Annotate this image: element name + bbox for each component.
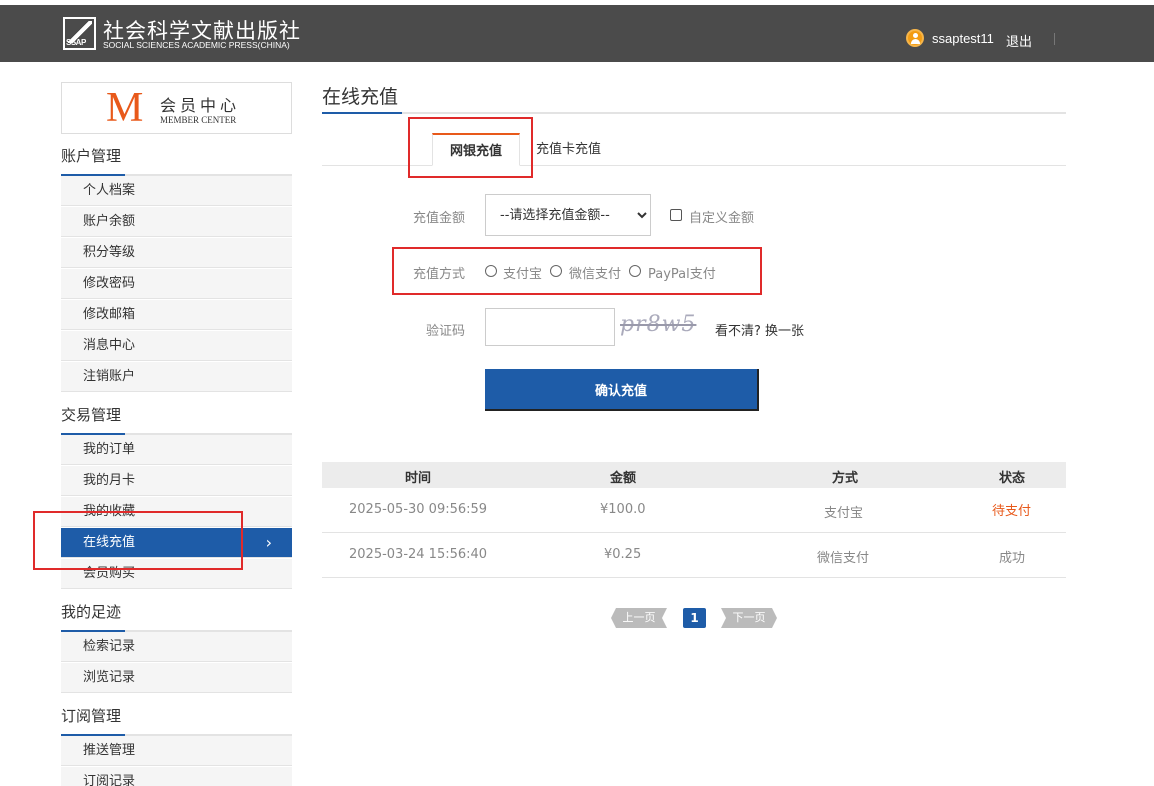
sidebar-item-password[interactable]: 修改密码 xyxy=(61,269,292,299)
confirm-recharge-button[interactable]: 确认充值 xyxy=(485,369,759,411)
row-time: 2025-05-30 09:56:59 xyxy=(349,502,488,517)
page-title: 在线充值 xyxy=(322,86,399,108)
page-number-current[interactable]: 1 xyxy=(683,608,706,628)
user-icon[interactable] xyxy=(906,29,924,47)
sidebar-item-online-recharge[interactable]: 在线充值 › xyxy=(61,528,292,558)
sidebar-item-browse-history[interactable]: 浏览记录 xyxy=(61,663,292,693)
custom-amount-checkbox[interactable] xyxy=(670,209,682,221)
sidebar-item-balance[interactable]: 账户余额 xyxy=(61,207,292,237)
section-title-account: 账户管理 xyxy=(61,147,122,165)
sidebar-item-orders[interactable]: 我的订单 xyxy=(61,435,292,465)
site-header: SSAP 社会科学文献出版社 SOCIAL SCIENCES ACADEMIC … xyxy=(0,5,1154,62)
title-rule xyxy=(322,112,1066,114)
prev-page-button[interactable]: 上一页 xyxy=(611,608,667,628)
column-header-amount: 金额 xyxy=(610,471,637,486)
row-time: 2025-03-24 15:56:40 xyxy=(349,547,488,562)
sidebar-item-label: 在线充值 xyxy=(83,535,136,550)
sidebar-item-favorites[interactable]: 我的收藏 xyxy=(61,497,292,527)
sidebar-item-search-history[interactable]: 检索记录 xyxy=(61,632,292,662)
row-method: 支付宝 xyxy=(824,506,864,521)
row-amount: ¥0.25 xyxy=(604,547,642,562)
sidebar-item-push[interactable]: 推送管理 xyxy=(61,736,292,766)
column-header-time: 时间 xyxy=(405,471,432,486)
row-status[interactable]: 待支付 xyxy=(992,500,1031,519)
section-title-trade: 交易管理 xyxy=(61,406,122,424)
amount-label: 充值金额 xyxy=(412,211,465,226)
ssap-logo[interactable]: SSAP xyxy=(63,17,96,50)
alipay-label[interactable]: 支付宝 xyxy=(503,263,542,282)
sidebar-item-points[interactable]: 积分等级 xyxy=(61,238,292,268)
sidebar-item-monthly-card[interactable]: 我的月卡 xyxy=(61,466,292,496)
logo-text: SSAP xyxy=(66,38,86,47)
captcha-label: 验证码 xyxy=(425,324,465,339)
refresh-captcha-link[interactable]: 看不清? 换一张 xyxy=(715,320,804,339)
row-amount: ¥100.0 xyxy=(600,502,646,517)
section-title-subscription: 订阅管理 xyxy=(61,707,122,725)
tab-card-recharge[interactable]: 充值卡充值 xyxy=(536,133,601,166)
brand-name-en: SOCIAL SCIENCES ACADEMIC PRESS(CHINA) xyxy=(103,40,290,50)
column-header-status: 状态 xyxy=(999,471,1026,486)
member-center-banner: M 会员中心 MEMBER CENTER xyxy=(61,82,292,134)
row-method: 微信支付 xyxy=(817,551,870,566)
sidebar-item-subscriptions[interactable]: 订阅记录 xyxy=(61,767,292,786)
method-label: 充值方式 xyxy=(412,267,465,282)
header-divider xyxy=(1054,33,1055,45)
wechat-label[interactable]: 微信支付 xyxy=(569,263,621,282)
member-center-subtitle: MEMBER CENTER xyxy=(160,115,237,125)
section-title-footprint: 我的足迹 xyxy=(61,603,122,621)
logout-link[interactable]: 退出 xyxy=(1006,31,1032,50)
table-header: 时间 金额 方式 状态 xyxy=(322,462,1066,488)
tab-bank-recharge[interactable]: 网银充值 xyxy=(432,133,520,166)
paypal-radio[interactable] xyxy=(629,265,641,277)
alipay-radio[interactable] xyxy=(485,265,497,277)
chevron-right-icon: › xyxy=(265,533,272,552)
sidebar-item-deactivate[interactable]: 注销账户 xyxy=(61,362,292,392)
table-row: 2025-05-30 09:56:59 ¥100.0 支付宝 待支付 xyxy=(322,488,1066,533)
username-link[interactable]: ssaptest11 xyxy=(932,31,994,46)
member-center-m-icon: M xyxy=(106,85,144,131)
sidebar-item-membership[interactable]: 会员购买 xyxy=(61,559,292,589)
member-center-title: 会员中心 xyxy=(160,96,241,115)
wechat-radio[interactable] xyxy=(550,265,562,277)
paypal-label[interactable]: PayPal支付 xyxy=(648,263,716,282)
captcha-image[interactable]: pr8w5 xyxy=(620,312,696,337)
column-header-method: 方式 xyxy=(832,471,859,486)
sidebar-item-profile[interactable]: 个人档案 xyxy=(61,176,292,206)
row-status: 成功 xyxy=(999,551,1026,566)
amount-select[interactable]: --请选择充值金额-- xyxy=(485,194,651,236)
custom-amount-label[interactable]: 自定义金额 xyxy=(689,207,754,226)
sidebar-item-messages[interactable]: 消息中心 xyxy=(61,331,292,361)
next-page-button[interactable]: 下一页 xyxy=(721,608,777,628)
sidebar-item-email[interactable]: 修改邮箱 xyxy=(61,300,292,330)
table-row: 2025-03-24 15:56:40 ¥0.25 微信支付 成功 xyxy=(322,533,1066,578)
captcha-input[interactable] xyxy=(485,308,615,346)
